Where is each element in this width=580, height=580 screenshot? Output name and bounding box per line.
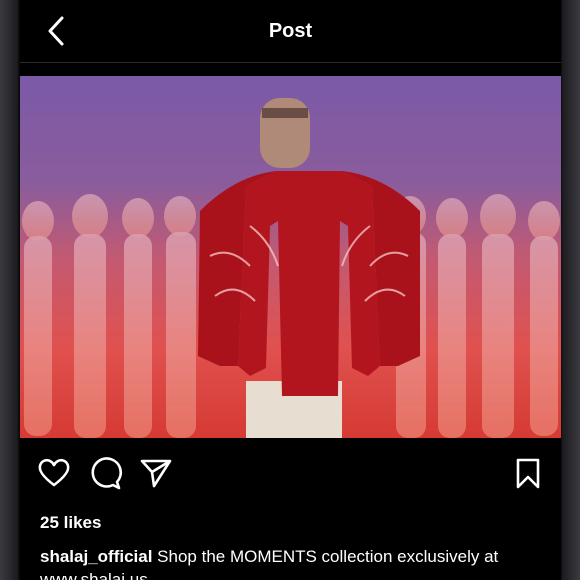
caption-text: Shop the MOMENTS collection exclusively … bbox=[157, 547, 499, 566]
likes-count[interactable]: 25 likes bbox=[40, 513, 101, 533]
device-frame: Post 25 likes shalaj_official Shop the M… bbox=[0, 0, 580, 580]
comment-icon[interactable] bbox=[87, 455, 123, 491]
header-divider bbox=[20, 62, 561, 63]
send-icon[interactable] bbox=[138, 455, 174, 491]
post-caption: shalaj_official Shop the MOMENTS collect… bbox=[40, 545, 550, 580]
caption-link[interactable]: www.shalaj.us bbox=[40, 570, 148, 580]
post-actions-bar bbox=[20, 455, 561, 495]
bookmark-icon[interactable] bbox=[510, 455, 546, 491]
heart-icon[interactable] bbox=[36, 455, 72, 491]
post-image[interactable] bbox=[20, 76, 561, 438]
caption-username[interactable]: shalaj_official bbox=[40, 547, 152, 566]
page-title: Post bbox=[268, 20, 313, 42]
post-photo-artwork bbox=[20, 76, 561, 438]
top-bar: Post bbox=[20, 0, 561, 62]
instagram-post-screen: Post 25 likes shalaj_official Shop the M… bbox=[20, 0, 561, 580]
